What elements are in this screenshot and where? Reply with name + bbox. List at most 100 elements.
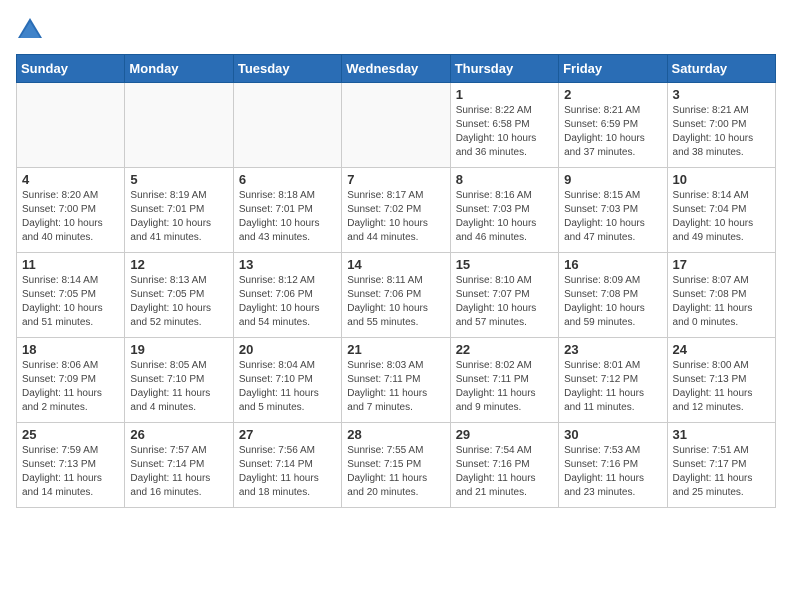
day-info: Sunrise: 8:12 AMSunset: 7:06 PMDaylight:… <box>239 274 336 330</box>
day-info: Sunrise: 8:02 AMSunset: 7:11 PMDaylight:… <box>456 359 553 415</box>
calendar-cell: 15 Sunrise: 8:10 AMSunset: 7:07 PMDayligh… <box>450 253 558 338</box>
calendar-cell: 27 Sunrise: 7:56 AMSunset: 7:14 PMDayligh… <box>233 423 341 508</box>
week-row-5: 25 Sunrise: 7:59 AMSunset: 7:13 PMDayligh… <box>17 423 776 508</box>
calendar-cell: 6Sunrise: 8:18 AMSunset: 7:01 PMDaylight… <box>233 168 341 253</box>
calendar-cell: 28Sunrise: 7:55 AMSunset: 7:15 PMDayligh… <box>342 423 450 508</box>
week-row-2: 4 Sunrise: 8:20 AMSunset: 7:00 PMDaylight… <box>17 168 776 253</box>
day-number: 8 <box>456 172 553 187</box>
day-info: Sunrise: 8:07 AMSunset: 7:08 PMDaylight:… <box>673 274 770 330</box>
day-number: 19 <box>130 342 227 357</box>
day-info: Sunrise: 8:05 AMSunset: 7:10 PMDaylight:… <box>130 359 227 415</box>
calendar-cell: 3Sunrise: 8:21 AMSunset: 7:00 PMDaylight… <box>667 83 775 168</box>
day-info: Sunrise: 8:15 AMSunset: 7:03 PMDaylight:… <box>564 189 661 245</box>
calendar-cell: 24Sunrise: 8:00 AMSunset: 7:13 PMDayligh… <box>667 338 775 423</box>
day-number: 17 <box>673 257 770 272</box>
calendar-cell: 13 Sunrise: 8:12 AMSunset: 7:06 PMDayligh… <box>233 253 341 338</box>
calendar-cell <box>17 83 125 168</box>
calendar-cell: 14 Sunrise: 8:11 AMSunset: 7:06 PMDayligh… <box>342 253 450 338</box>
day-number: 1 <box>456 87 553 102</box>
day-number: 31 <box>673 427 770 442</box>
day-number: 18 <box>22 342 119 357</box>
day-number: 4 <box>22 172 119 187</box>
day-number: 15 <box>456 257 553 272</box>
day-info: Sunrise: 7:57 AMSunset: 7:14 PMDaylight:… <box>130 444 227 500</box>
day-info: Sunrise: 8:14 AMSunset: 7:04 PMDaylight:… <box>673 189 770 245</box>
day-info: Sunrise: 8:06 AMSunset: 7:09 PMDaylight:… <box>22 359 119 415</box>
calendar-cell: 30Sunrise: 7:53 AMSunset: 7:16 PMDayligh… <box>559 423 667 508</box>
weekday-header-tuesday: Tuesday <box>233 55 341 83</box>
calendar-cell: 29Sunrise: 7:54 AMSunset: 7:16 PMDayligh… <box>450 423 558 508</box>
calendar-cell: 25 Sunrise: 7:59 AMSunset: 7:13 PMDayligh… <box>17 423 125 508</box>
calendar-cell: 11 Sunrise: 8:14 AMSunset: 7:05 PMDayligh… <box>17 253 125 338</box>
day-number: 20 <box>239 342 336 357</box>
day-info: Sunrise: 8:03 AMSunset: 7:11 PMDaylight:… <box>347 359 444 415</box>
calendar-cell: 4 Sunrise: 8:20 AMSunset: 7:00 PMDaylight… <box>17 168 125 253</box>
day-number: 30 <box>564 427 661 442</box>
calendar-cell <box>233 83 341 168</box>
week-row-1: 1 Sunrise: 8:22 AMSunset: 6:58 PMDaylight… <box>17 83 776 168</box>
day-info: Sunrise: 7:59 AMSunset: 7:13 PMDaylight:… <box>22 444 119 500</box>
weekday-header-row: SundayMondayTuesdayWednesdayThursdayFrid… <box>17 55 776 83</box>
day-info: Sunrise: 8:04 AMSunset: 7:10 PMDaylight:… <box>239 359 336 415</box>
week-row-3: 11 Sunrise: 8:14 AMSunset: 7:05 PMDayligh… <box>17 253 776 338</box>
day-info: Sunrise: 8:22 AMSunset: 6:58 PMDaylight:… <box>456 104 553 160</box>
calendar-cell: 19 Sunrise: 8:05 AMSunset: 7:10 PMDayligh… <box>125 338 233 423</box>
day-info: Sunrise: 8:11 AMSunset: 7:06 PMDaylight:… <box>347 274 444 330</box>
day-number: 5 <box>130 172 227 187</box>
day-number: 2 <box>564 87 661 102</box>
weekday-header-monday: Monday <box>125 55 233 83</box>
day-number: 14 <box>347 257 444 272</box>
day-info: Sunrise: 8:14 AMSunset: 7:05 PMDaylight:… <box>22 274 119 330</box>
weekday-header-friday: Friday <box>559 55 667 83</box>
day-number: 7 <box>347 172 444 187</box>
calendar-cell: 16 Sunrise: 8:09 AMSunset: 7:08 PMDayligh… <box>559 253 667 338</box>
day-number: 27 <box>239 427 336 442</box>
day-number: 11 <box>22 257 119 272</box>
day-number: 23 <box>564 342 661 357</box>
day-info: Sunrise: 8:21 AMSunset: 6:59 PMDaylight:… <box>564 104 661 160</box>
weekday-header-sunday: Sunday <box>17 55 125 83</box>
week-row-4: 18 Sunrise: 8:06 AMSunset: 7:09 PMDayligh… <box>17 338 776 423</box>
day-number: 16 <box>564 257 661 272</box>
calendar-cell: 9 Sunrise: 8:15 AMSunset: 7:03 PMDaylight… <box>559 168 667 253</box>
day-number: 29 <box>456 427 553 442</box>
logo-icon <box>16 16 44 44</box>
day-number: 10 <box>673 172 770 187</box>
logo <box>16 16 48 44</box>
calendar-cell: 12 Sunrise: 8:13 AMSunset: 7:05 PMDayligh… <box>125 253 233 338</box>
calendar-cell: 21Sunrise: 8:03 AMSunset: 7:11 PMDayligh… <box>342 338 450 423</box>
day-info: Sunrise: 8:18 AMSunset: 7:01 PMDaylight:… <box>239 189 336 245</box>
calendar-cell <box>342 83 450 168</box>
calendar-cell: 5 Sunrise: 8:19 AMSunset: 7:01 PMDaylight… <box>125 168 233 253</box>
weekday-header-saturday: Saturday <box>667 55 775 83</box>
day-info: Sunrise: 7:56 AMSunset: 7:14 PMDaylight:… <box>239 444 336 500</box>
calendar-cell <box>125 83 233 168</box>
day-number: 12 <box>130 257 227 272</box>
day-info: Sunrise: 8:09 AMSunset: 7:08 PMDaylight:… <box>564 274 661 330</box>
day-number: 13 <box>239 257 336 272</box>
day-number: 3 <box>673 87 770 102</box>
day-info: Sunrise: 8:00 AMSunset: 7:13 PMDaylight:… <box>673 359 770 415</box>
weekday-header-thursday: Thursday <box>450 55 558 83</box>
page-header <box>16 16 776 44</box>
day-number: 26 <box>130 427 227 442</box>
day-info: Sunrise: 8:10 AMSunset: 7:07 PMDaylight:… <box>456 274 553 330</box>
calendar-cell: 20 Sunrise: 8:04 AMSunset: 7:10 PMDayligh… <box>233 338 341 423</box>
calendar-table: SundayMondayTuesdayWednesdayThursdayFrid… <box>16 54 776 508</box>
day-number: 9 <box>564 172 661 187</box>
day-info: Sunrise: 8:13 AMSunset: 7:05 PMDaylight:… <box>130 274 227 330</box>
day-info: Sunrise: 8:01 AMSunset: 7:12 PMDaylight:… <box>564 359 661 415</box>
calendar-cell: 2 Sunrise: 8:21 AMSunset: 6:59 PMDaylight… <box>559 83 667 168</box>
day-number: 25 <box>22 427 119 442</box>
day-info: Sunrise: 7:51 AMSunset: 7:17 PMDaylight:… <box>673 444 770 500</box>
weekday-header-wednesday: Wednesday <box>342 55 450 83</box>
day-info: Sunrise: 8:20 AMSunset: 7:00 PMDaylight:… <box>22 189 119 245</box>
calendar-cell: 23 Sunrise: 8:01 AMSunset: 7:12 PMDayligh… <box>559 338 667 423</box>
calendar-cell: 26 Sunrise: 7:57 AMSunset: 7:14 PMDayligh… <box>125 423 233 508</box>
calendar-cell: 7Sunrise: 8:17 AMSunset: 7:02 PMDaylight… <box>342 168 450 253</box>
calendar-cell: 22Sunrise: 8:02 AMSunset: 7:11 PMDayligh… <box>450 338 558 423</box>
calendar-cell: 18 Sunrise: 8:06 AMSunset: 7:09 PMDayligh… <box>17 338 125 423</box>
calendar-cell: 31 Sunrise: 7:51 AMSunset: 7:17 PMDayligh… <box>667 423 775 508</box>
calendar-cell: 1 Sunrise: 8:22 AMSunset: 6:58 PMDaylight… <box>450 83 558 168</box>
day-info: Sunrise: 8:19 AMSunset: 7:01 PMDaylight:… <box>130 189 227 245</box>
